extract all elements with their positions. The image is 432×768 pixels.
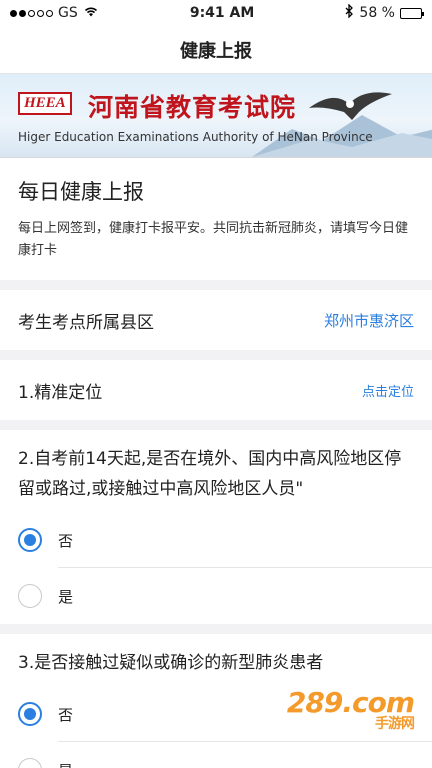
page-title: 健康上报 [180, 40, 252, 62]
radio-checked-icon[interactable] [18, 528, 42, 552]
county-label: 考生考点所属县区 [18, 312, 154, 333]
radio-checked-icon[interactable] [18, 702, 42, 726]
carrier: GS [58, 5, 78, 21]
option-yes[interactable]: 是 [0, 568, 432, 624]
report-card: 每日健康上报 每日上网签到，健康打卡报平安。共同抗击新冠肺炎，请填写今日健康打卡 [0, 158, 432, 280]
radio-unchecked-icon[interactable] [18, 584, 42, 608]
report-description: 每日上网签到，健康打卡报平安。共同抗击新冠肺炎，请填写今日健康打卡 [18, 221, 409, 258]
question-text: 3.是否接触过疑似或确诊的新型肺炎患者 [18, 653, 324, 673]
status-bar: GS 9:41 AM 58 % [0, 0, 432, 26]
option-label: 否 [58, 705, 74, 724]
wifi-icon [83, 5, 99, 21]
banner: HEEA 河南省教育考试院 Higer Education Examinatio… [0, 74, 432, 158]
battery-percent: 58 % [359, 5, 395, 21]
county-value[interactable]: 郑州市惠济区 [324, 310, 414, 331]
option-no[interactable]: 否 [0, 512, 432, 568]
location-label: 1.精准定位 [18, 382, 103, 403]
bluetooth-icon [345, 3, 354, 22]
radio-unchecked-icon[interactable] [18, 758, 42, 768]
option-label: 否 [58, 531, 74, 550]
question-text: 2.自考前14天起,是否在境外、国内中高风险地区停留或路过,或接触过中高风险地区… [18, 449, 402, 499]
nav-bar: 健康上报 [0, 26, 432, 74]
option-label: 是 [58, 760, 73, 768]
option-label: 是 [58, 587, 74, 606]
status-time: 9:41 AM [189, 5, 255, 21]
question-2: 2.自考前14天起,是否在境外、国内中高风险地区停留或路过,或接触过中高风险地区… [0, 430, 432, 624]
locate-button[interactable]: 点击定位 [362, 381, 414, 400]
signal-icon [10, 9, 53, 17]
option-yes[interactable]: 是 [0, 742, 432, 768]
eagle-icon [309, 92, 392, 120]
battery-icon [399, 7, 424, 19]
banner-title-cn: 河南省教育考试院 [88, 95, 297, 122]
heea-logo: HEEA [18, 92, 72, 115]
report-title: 每日健康上报 [18, 180, 144, 204]
location-row: 1.精准定位 点击定位 [0, 360, 432, 420]
banner-title-en: Higer Education Examinations Authority o… [18, 130, 373, 144]
county-row[interactable]: 考生考点所属县区 郑州市惠济区 [0, 290, 432, 350]
watermark-logo: 289.com 手游网 [287, 686, 415, 733]
